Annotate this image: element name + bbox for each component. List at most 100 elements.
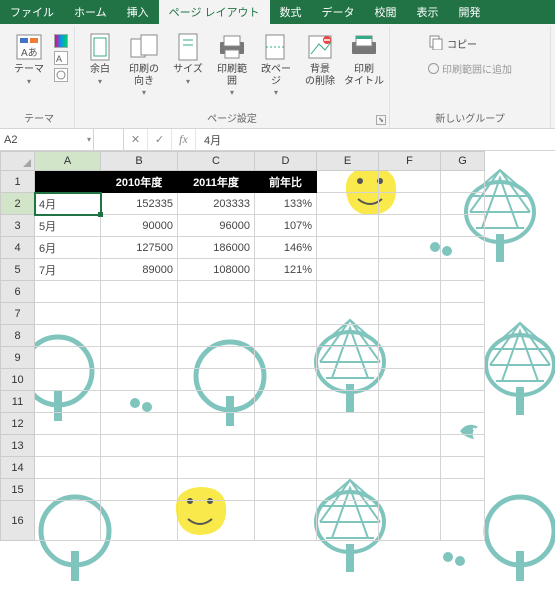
cell-E13[interactable] [317, 435, 379, 457]
worksheet[interactable]: A B C D E F G 1 2010年度 2011年度 前年比 2 4月 [0, 151, 555, 608]
cell-C10[interactable] [178, 369, 255, 391]
cell-G7[interactable] [441, 303, 485, 325]
cell-D10[interactable] [255, 369, 317, 391]
cell-D4[interactable]: 146% [255, 237, 317, 259]
cell-E10[interactable] [317, 369, 379, 391]
cell-C16[interactable] [178, 501, 255, 541]
col-header-F[interactable]: F [379, 152, 441, 171]
cell-F2[interactable] [379, 193, 441, 215]
cell-F3[interactable] [379, 215, 441, 237]
tab-file[interactable]: ファイル [0, 0, 64, 24]
cell-E5[interactable] [317, 259, 379, 281]
row-header-11[interactable]: 11 [1, 391, 35, 413]
tab-page-layout[interactable]: ページ レイアウト [159, 0, 270, 24]
cell-F1[interactable] [379, 171, 441, 193]
margins-button[interactable]: 余白 ▾ [81, 28, 119, 86]
cell-F14[interactable] [379, 457, 441, 479]
tab-formulas[interactable]: 数式 [270, 0, 312, 24]
cell-D16[interactable] [255, 501, 317, 541]
cell-B16[interactable] [101, 501, 178, 541]
tab-view[interactable]: 表示 [407, 0, 449, 24]
cell-F5[interactable] [379, 259, 441, 281]
cell-G6[interactable] [441, 281, 485, 303]
cell-E16[interactable] [317, 501, 379, 541]
theme-effects-button[interactable] [54, 68, 68, 82]
row-header-6[interactable]: 6 [1, 281, 35, 303]
print-titles-button[interactable]: 印刷 タイトル [345, 28, 383, 87]
cell-F7[interactable] [379, 303, 441, 325]
cell-E9[interactable] [317, 347, 379, 369]
cell-D14[interactable] [255, 457, 317, 479]
cell-D6[interactable] [255, 281, 317, 303]
row-header-7[interactable]: 7 [1, 303, 35, 325]
cell-B4[interactable]: 127500 [101, 237, 178, 259]
size-button[interactable]: サイズ ▾ [169, 28, 207, 86]
cell-E1[interactable] [317, 171, 379, 193]
add-to-print-area-button[interactable]: 印刷範囲に追加 [428, 61, 512, 76]
cell-B6[interactable] [101, 281, 178, 303]
cell-G1[interactable] [441, 171, 485, 193]
cell-E11[interactable] [317, 391, 379, 413]
cell-C1[interactable]: 2011年度 [178, 171, 255, 193]
tab-developer[interactable]: 開発 [449, 0, 491, 24]
cell-A8[interactable] [35, 325, 101, 347]
cell-F8[interactable] [379, 325, 441, 347]
cell-A10[interactable] [35, 369, 101, 391]
cell-F6[interactable] [379, 281, 441, 303]
cell-D2[interactable]: 133% [255, 193, 317, 215]
cell-F16[interactable] [379, 501, 441, 541]
row-header-9[interactable]: 9 [1, 347, 35, 369]
cell-G2[interactable] [441, 193, 485, 215]
cell-E7[interactable] [317, 303, 379, 325]
row-header-15[interactable]: 15 [1, 479, 35, 501]
cell-G3[interactable] [441, 215, 485, 237]
cell-G8[interactable] [441, 325, 485, 347]
cell-B15[interactable] [101, 479, 178, 501]
cell-G9[interactable] [441, 347, 485, 369]
cell-C12[interactable] [178, 413, 255, 435]
cell-G12[interactable] [441, 413, 485, 435]
cell-E6[interactable] [317, 281, 379, 303]
cell-D1[interactable]: 前年比 [255, 171, 317, 193]
col-header-G[interactable]: G [441, 152, 485, 171]
row-header-16[interactable]: 16 [1, 501, 35, 541]
cell-A14[interactable] [35, 457, 101, 479]
cell-A16[interactable] [35, 501, 101, 541]
cell-F4[interactable] [379, 237, 441, 259]
cell-C11[interactable] [178, 391, 255, 413]
cell-B13[interactable] [101, 435, 178, 457]
cell-C6[interactable] [178, 281, 255, 303]
cell-C7[interactable] [178, 303, 255, 325]
cell-B10[interactable] [101, 369, 178, 391]
row-header-4[interactable]: 4 [1, 237, 35, 259]
cell-F11[interactable] [379, 391, 441, 413]
row-header-14[interactable]: 14 [1, 457, 35, 479]
cell-E12[interactable] [317, 413, 379, 435]
cell-C2[interactable]: 203333 [178, 193, 255, 215]
cell-B8[interactable] [101, 325, 178, 347]
breaks-button[interactable]: 改ページ ▾ [257, 28, 295, 97]
cell-G15[interactable] [441, 479, 485, 501]
row-header-3[interactable]: 3 [1, 215, 35, 237]
cell-B5[interactable]: 89000 [101, 259, 178, 281]
cell-A6[interactable] [35, 281, 101, 303]
cell-D12[interactable] [255, 413, 317, 435]
cell-C5[interactable]: 108000 [178, 259, 255, 281]
cell-B12[interactable] [101, 413, 178, 435]
cell-C15[interactable] [178, 479, 255, 501]
name-box[interactable]: A2 ▾ [0, 129, 94, 150]
cell-B14[interactable] [101, 457, 178, 479]
cell-B3[interactable]: 90000 [101, 215, 178, 237]
theme-colors-button[interactable] [54, 34, 68, 48]
cell-G16[interactable] [441, 501, 485, 541]
cell-G4[interactable] [441, 237, 485, 259]
cell-D5[interactable]: 121% [255, 259, 317, 281]
cell-A11[interactable] [35, 391, 101, 413]
row-header-5[interactable]: 5 [1, 259, 35, 281]
tab-insert[interactable]: 挿入 [117, 0, 159, 24]
cell-D15[interactable] [255, 479, 317, 501]
row-header-1[interactable]: 1 [1, 171, 35, 193]
cell-A15[interactable] [35, 479, 101, 501]
col-header-E[interactable]: E [317, 152, 379, 171]
print-area-button[interactable]: 印刷範囲 ▾ [213, 28, 251, 97]
